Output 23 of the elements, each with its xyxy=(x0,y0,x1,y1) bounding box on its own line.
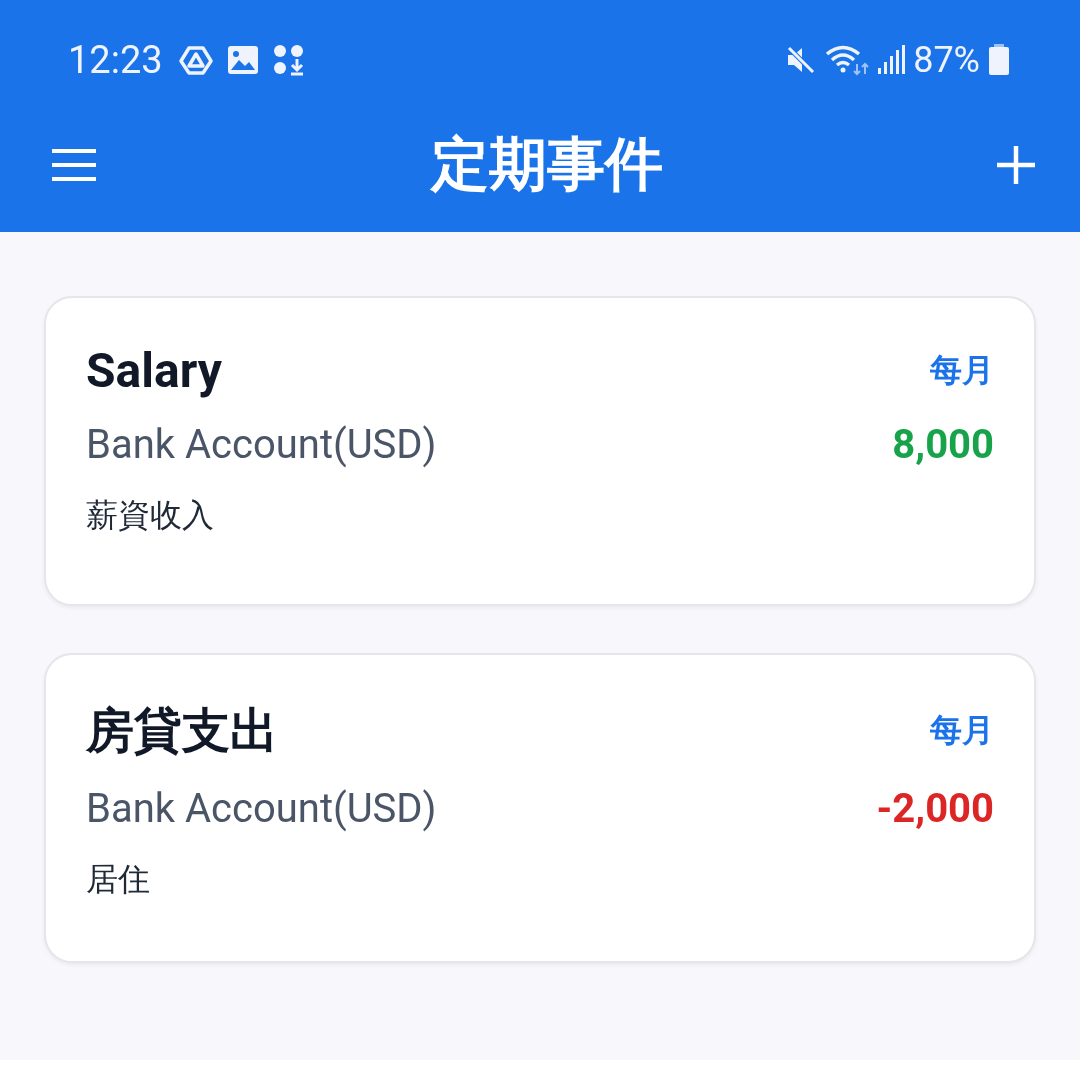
account-name: Bank Account(USD) xyxy=(86,785,437,832)
battery-icon xyxy=(988,44,1010,76)
event-card[interactable]: 房貸支出 每月 Bank Account(USD) -2,000 居住 xyxy=(44,653,1036,963)
event-title: Salary xyxy=(86,342,222,399)
amount: -2,000 xyxy=(876,785,994,832)
battery-percentage: 87% xyxy=(913,39,980,81)
status-time: 12:23 xyxy=(68,38,163,82)
drive-icon xyxy=(178,45,213,75)
apps-download-icon xyxy=(272,44,305,76)
event-card[interactable]: Salary 每月 Bank Account(USD) 8,000 薪資收入 xyxy=(44,296,1036,606)
category-label: 居住 xyxy=(86,859,150,900)
category-label: 薪資收入 xyxy=(86,495,214,536)
frequency-label: 每月 xyxy=(930,349,994,391)
event-title: 房貸支出 xyxy=(86,701,278,761)
account-name: Bank Account(USD) xyxy=(86,421,437,468)
signal-icon xyxy=(877,44,906,76)
image-icon xyxy=(226,45,259,75)
add-icon[interactable] xyxy=(996,145,1036,185)
amount: 8,000 xyxy=(892,421,994,468)
frequency-label: 每月 xyxy=(930,710,994,751)
menu-icon[interactable] xyxy=(50,147,98,183)
wifi-icon xyxy=(825,44,870,76)
screen-title: 定期事件 xyxy=(431,129,663,200)
